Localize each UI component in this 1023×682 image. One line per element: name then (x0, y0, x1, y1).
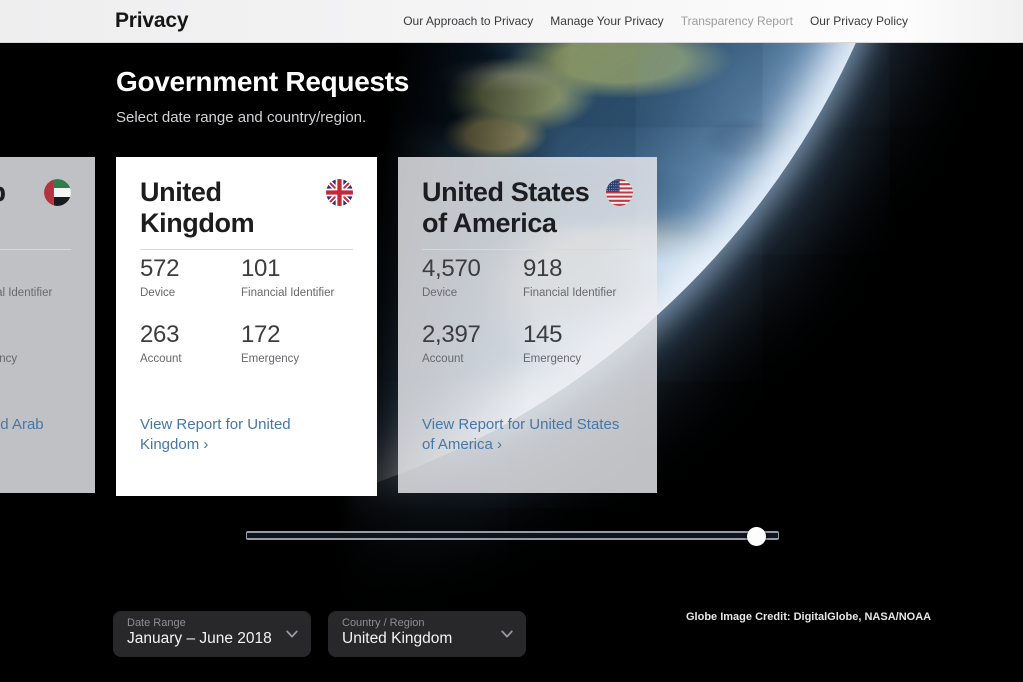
stat-account: 2,397Account (422, 321, 523, 365)
hero-section: Government Requests Select date range an… (116, 66, 409, 126)
stat-financial-identifier: Financial Identifier (0, 255, 52, 299)
card-divider (422, 249, 633, 250)
nav-link-manage-privacy[interactable]: Manage Your Privacy (550, 14, 663, 28)
stat-emergency: Emergency (0, 321, 52, 365)
uae-flag-icon (44, 179, 71, 206)
privacy-transparency-page: Privacy Our Approach to Privacy Manage Y… (0, 0, 1023, 682)
stat-device: 572Device (140, 255, 241, 299)
stat-emergency: 145Emergency (523, 321, 616, 365)
page-title: Government Requests (116, 66, 409, 98)
nav-link-transparency-report[interactable]: Transparency Report (681, 14, 793, 28)
country-title: United Arab Emirates (0, 177, 33, 239)
view-report-link-usa[interactable]: View Report for United States of America… (422, 415, 635, 455)
stat-device: 4,570Device (422, 255, 523, 299)
country-title: United Kingdom (140, 177, 315, 239)
date-range-slider[interactable] (246, 531, 779, 540)
top-navbar: Privacy Our Approach to Privacy Manage Y… (0, 0, 1023, 43)
stat-financial-identifier: 918Financial Identifier (523, 255, 616, 299)
country-card-united-states: United States of America 4,570Device 918… (398, 157, 657, 493)
stat-account: 263Account (140, 321, 241, 365)
nav-links: Our Approach to Privacy Manage Your Priv… (403, 14, 908, 28)
view-report-link-uae[interactable]: View Report for United Arab Emirates › (0, 415, 71, 455)
stat-emergency: 172Emergency (241, 321, 334, 365)
country-card-united-kingdom: United Kingdom 572Device 101Financial Id… (116, 157, 377, 496)
us-flag-icon (606, 179, 633, 206)
dropdown-label: Date Range (127, 617, 277, 629)
card-header: United Kingdom (140, 177, 353, 239)
chevron-down-icon (500, 627, 514, 641)
stats-grid: Device Financial Identifier Account Emer… (0, 255, 52, 387)
card-divider (140, 249, 353, 250)
date-range-dropdown[interactable]: Date Range January – June 2018 (113, 611, 311, 657)
privacy-brand-link[interactable]: Privacy (115, 9, 188, 33)
slider-thumb[interactable] (747, 527, 766, 546)
nav-link-privacy-policy[interactable]: Our Privacy Policy (810, 14, 908, 28)
country-card-united-arab-emirates: United Arab Emirates Device Financial Id… (0, 157, 95, 493)
country-region-dropdown[interactable]: Country / Region United Kingdom (328, 611, 526, 657)
stats-grid: 572Device 101Financial Identifier 263Acc… (140, 255, 334, 387)
card-divider (0, 249, 71, 250)
chevron-down-icon (285, 627, 299, 641)
uk-flag-icon (326, 179, 353, 206)
card-header: United States of America (422, 177, 633, 239)
card-header: United Arab Emirates (0, 177, 71, 239)
country-title: United States of America (422, 177, 597, 239)
view-report-link-uk[interactable]: View Report for United Kingdom › (140, 415, 353, 455)
dropdown-label: Country / Region (342, 617, 492, 629)
stat-financial-identifier: 101Financial Identifier (241, 255, 334, 299)
stats-grid: 4,570Device 918Financial Identifier 2,39… (422, 255, 616, 387)
nav-link-our-approach[interactable]: Our Approach to Privacy (403, 14, 533, 28)
page-subtitle: Select date range and country/region. (116, 109, 409, 126)
date-range-value: January – June 2018 (127, 630, 277, 648)
globe-image-credit: Globe Image Credit: DigitalGlobe, NASA/N… (686, 611, 931, 623)
country-region-value: United Kingdom (342, 630, 492, 648)
